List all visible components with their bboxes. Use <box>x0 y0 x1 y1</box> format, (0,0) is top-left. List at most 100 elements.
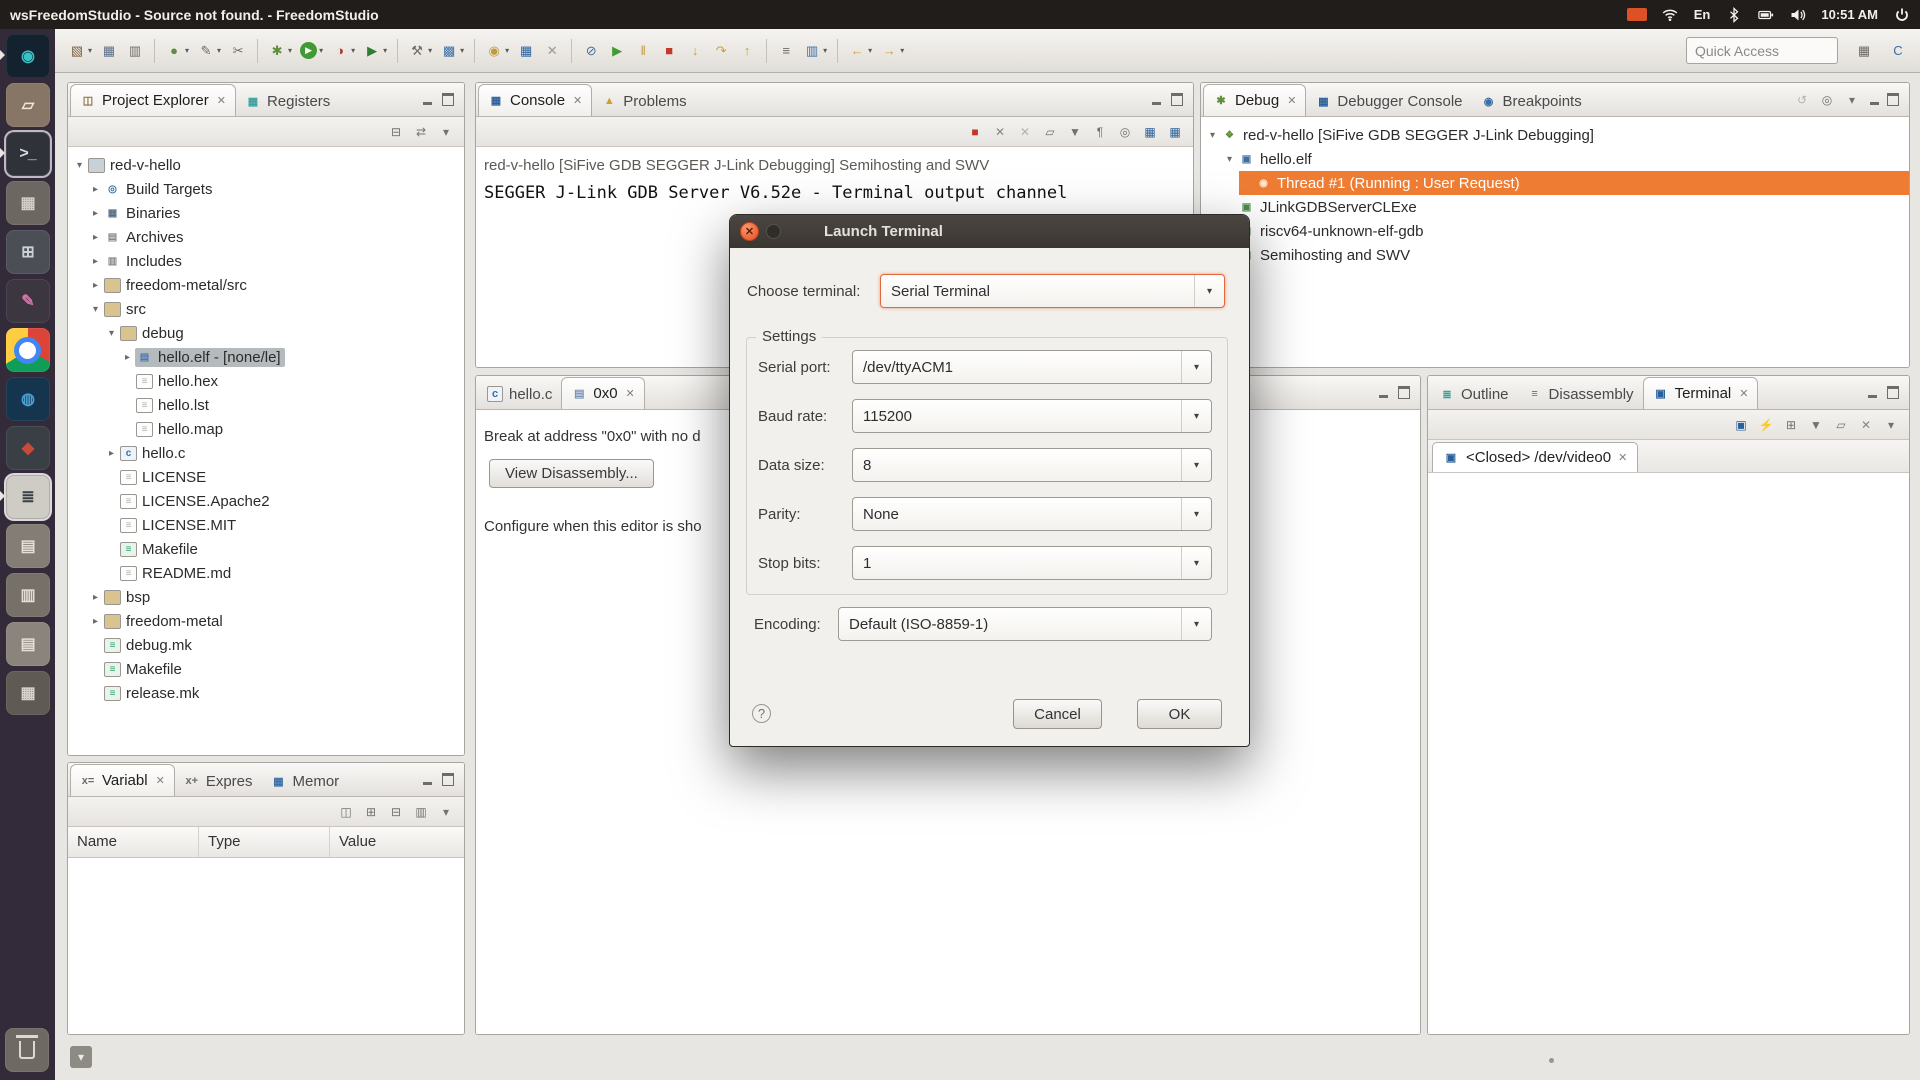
debug-config-button[interactable]: ● ▾ <box>162 37 192 65</box>
tab-close-icon[interactable]: ✕ <box>217 94 226 107</box>
pin-debug-button[interactable]: ◎ <box>1817 90 1837 110</box>
terminate-button[interactable]: ■ ▾ <box>657 37 681 65</box>
debug-tree-item[interactable]: ▾ ▣ hello.elf <box>1201 147 1909 171</box>
deb-view-menu-button[interactable]: ▾ <box>1842 90 1862 110</box>
link-editor-button[interactable]: ⇄ <box>411 122 431 142</box>
tree-item[interactable]: ▸ c hello.c <box>68 441 464 465</box>
toolbar-button[interactable]: ▾ <box>837 39 838 63</box>
help-button[interactable]: ? <box>752 704 771 723</box>
clear-console-button[interactable]: ▱▾ <box>1040 122 1060 142</box>
column-header[interactable]: Name <box>68 827 199 857</box>
launcher-icon-terminal[interactable]: >_ <box>6 132 50 176</box>
expand-arrow-icon[interactable]: ▸ <box>88 256 103 267</box>
launcher-icon-freedomstudio[interactable]: ◉ <box>6 34 50 78</box>
tree-item[interactable]: ▾ red-v-hello <box>68 153 464 177</box>
maximize-button[interactable] <box>1170 93 1184 107</box>
remove-variable-button[interactable]: ⊟ <box>386 802 406 822</box>
launcher-icon-app13[interactable]: ▤ <box>6 622 50 666</box>
tree-item[interactable]: ≡ Makefile <box>68 657 464 681</box>
tree-item[interactable]: ≡ debug.mk <box>68 633 464 657</box>
expand-arrow-icon[interactable]: ▸ <box>120 352 135 363</box>
launcher-icon-chrome[interactable] <box>6 328 50 372</box>
print-button[interactable]: ▥ ▾ <box>123 37 147 65</box>
indicator-app-icon[interactable] <box>1627 8 1647 21</box>
clear-terminal-button[interactable]: ▱ <box>1831 415 1851 435</box>
tree-item[interactable]: ≡ LICENSE <box>68 465 464 489</box>
tab-debugger-console[interactable]: ▦ Debugger Console ✕ <box>1306 86 1471 116</box>
tree-item[interactable]: ▾ src <box>68 297 464 321</box>
pin-console-button[interactable]: ◎▾ <box>1115 122 1135 142</box>
tree-item[interactable]: ≡ release.mk <box>68 681 464 705</box>
cut-button[interactable]: ✂ ▾ <box>226 37 250 65</box>
dropdown-arrow-icon[interactable]: ▾ <box>351 46 355 55</box>
keyboard-layout-indicator[interactable]: En <box>1694 7 1711 22</box>
combo-arrow-icon[interactable]: ▾ <box>1181 351 1211 383</box>
dropdown-arrow-icon[interactable]: ▾ <box>823 46 827 55</box>
tree-item[interactable]: ≡ README.md <box>68 561 464 585</box>
tree-item[interactable]: ▸ ▦ Binaries <box>68 201 464 225</box>
expand-arrow-icon[interactable]: ▾ <box>1205 130 1220 141</box>
tab-disassembly[interactable]: ≡ Disassembly ✕ <box>1518 379 1643 409</box>
tree-item[interactable]: ≡ Makefile <box>68 537 464 561</box>
toolbar-button[interactable]: ▾ <box>571 39 572 63</box>
expand-arrow-icon[interactable]: ▸ <box>88 232 103 243</box>
quick-connect-button[interactable]: ⚡ <box>1756 415 1776 435</box>
word-wrap-button[interactable]: ¶▾ <box>1090 122 1110 142</box>
dropdown-arrow-icon[interactable]: ▾ <box>383 46 387 55</box>
combo-arrow-icon[interactable]: ▾ <box>1181 547 1211 579</box>
open-perspective-button[interactable]: ▦ ▾ <box>1852 37 1876 65</box>
tree-item[interactable]: ≡ hello.hex <box>68 369 464 393</box>
new-c-project-button[interactable]: ▩ ▾ <box>437 37 467 65</box>
variables-table-body[interactable] <box>68 858 464 1034</box>
dropdown-arrow-icon[interactable]: ▾ <box>185 46 189 55</box>
dropdown-arrow-icon[interactable]: ▾ <box>460 46 464 55</box>
launcher-icon-app14[interactable]: ▦ <box>6 671 50 715</box>
minimize-button[interactable] <box>1867 93 1881 107</box>
restart-button[interactable]: ↺ <box>1792 90 1812 110</box>
dropdown-arrow-icon[interactable]: ▾ <box>868 46 872 55</box>
expand-arrow-icon[interactable]: ▸ <box>88 592 103 603</box>
column-header[interactable]: Value <box>330 827 464 857</box>
tree-item[interactable]: ▸ ▤ hello.elf - [none/le] <box>68 345 464 369</box>
tab-0x0[interactable]: ▤ 0x0 ✕ <box>561 377 644 409</box>
build-button[interactable]: ⚒ ▾ <box>405 37 435 65</box>
dropdown-arrow-icon[interactable]: ▾ <box>900 46 904 55</box>
launcher-icon-files[interactable]: ▱ <box>6 83 50 127</box>
launcher-icon-app8[interactable]: ◍ <box>6 377 50 421</box>
terminal-connection-tab[interactable]: ▣ <Closed> /dev/video0 ✕ <box>1432 442 1638 472</box>
terminate-console-button[interactable]: ■▾ <box>965 122 985 142</box>
dropdown-arrow-icon[interactable]: ▾ <box>505 46 509 55</box>
field-select[interactable]: None ▾ <box>852 497 1212 531</box>
encoding-select[interactable]: Default (ISO-8859-1) ▾ <box>838 607 1212 641</box>
variables-menu-button[interactable]: ▾ <box>436 802 456 822</box>
run-button[interactable]: ▶ ▾ <box>297 37 326 65</box>
dialog-close-button[interactable]: ✕ <box>740 222 759 241</box>
debug-tree-item[interactable]: ◉ Thread #1 (Running : User Request) <box>1239 171 1909 195</box>
dropdown-arrow-icon[interactable]: ▾ <box>288 46 292 55</box>
tab-close-icon[interactable]: ✕ <box>573 94 582 107</box>
suspend-button[interactable]: ‖ ▾ <box>631 37 655 65</box>
maximize-button[interactable] <box>1397 386 1411 400</box>
terminal-content[interactable] <box>1428 473 1909 1034</box>
maximize-button[interactable] <box>441 773 455 787</box>
bluetooth-icon[interactable] <box>1725 6 1742 23</box>
debug-button[interactable]: ✱ ▾ <box>265 37 295 65</box>
minimize-button[interactable] <box>420 773 434 787</box>
memory-button[interactable]: ▥ ▾ <box>800 37 830 65</box>
tab-hello-c[interactable]: c hello.c ✕ <box>478 379 561 409</box>
maximize-button[interactable] <box>1886 386 1900 400</box>
expand-arrow-icon[interactable]: ▸ <box>88 616 103 627</box>
tab-close-icon[interactable]: ✕ <box>626 387 635 400</box>
toolbar-button[interactable]: ▾ <box>474 39 475 63</box>
tab-console[interactable]: ▦ Console ✕ <box>478 84 592 116</box>
tab-problems[interactable]: ▲ Problems ✕ <box>592 86 695 116</box>
back-button[interactable]: ← ▾ <box>845 37 875 65</box>
minimize-button[interactable] <box>420 93 434 107</box>
step-over-button[interactable]: ↷ ▾ <box>709 37 733 65</box>
maximize-button[interactable] <box>441 93 455 107</box>
step-return-button[interactable]: ↑ ▾ <box>735 37 759 65</box>
skip-breakpoints-button[interactable]: ⊘ ▾ <box>579 37 603 65</box>
tree-item[interactable]: ≡ LICENSE.MIT <box>68 513 464 537</box>
battery-icon[interactable] <box>1757 6 1774 23</box>
tree-item[interactable]: ▾ debug <box>68 321 464 345</box>
